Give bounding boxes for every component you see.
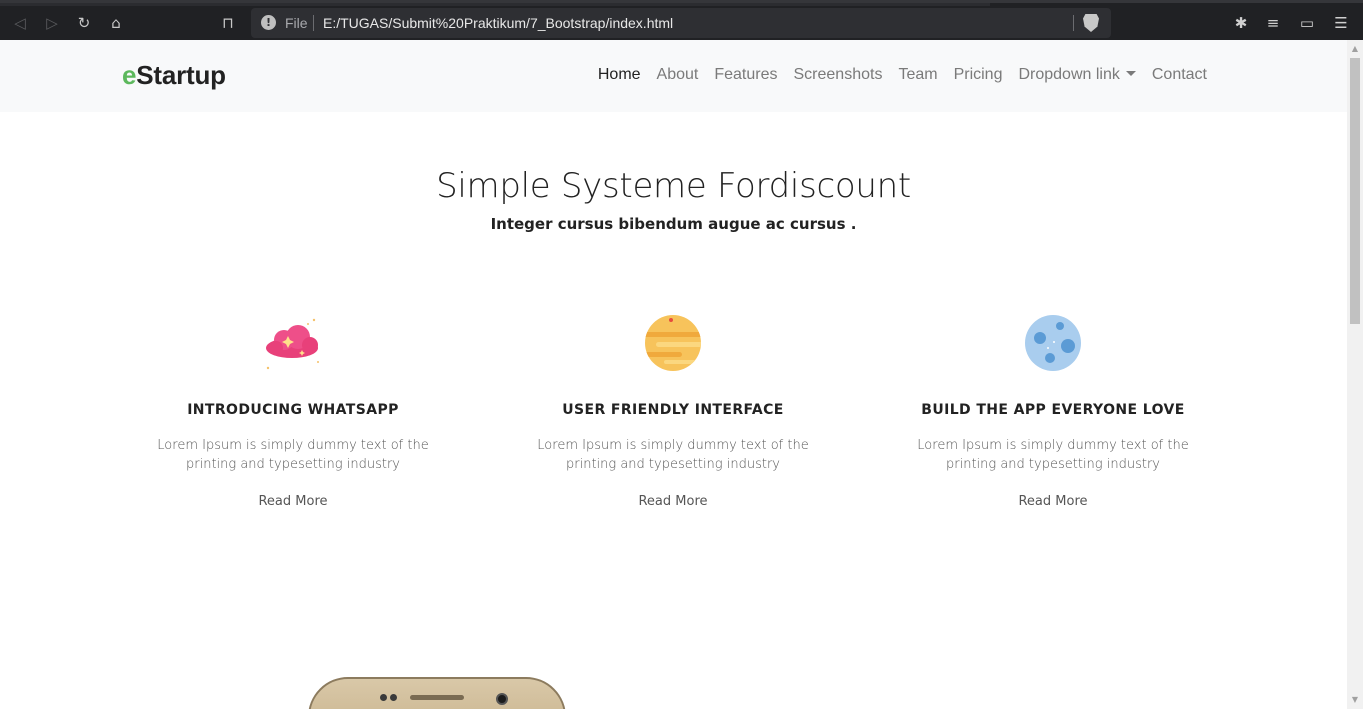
nav-link-home[interactable]: Home <box>590 66 649 84</box>
page-scrollbar[interactable]: ▲ ▼ <box>1347 40 1363 709</box>
feature-title: INTRODUCING WHATSAPP <box>187 402 399 418</box>
nav-dropdown-label: Dropdown link <box>1018 66 1120 83</box>
cloud-icon <box>262 312 324 374</box>
phone-sensor <box>390 694 397 701</box>
feature-description: Lorem Ipsum is simply dummy text of the … <box>157 438 429 472</box>
scrollbar-thumb[interactable] <box>1350 58 1360 324</box>
tab-strip <box>0 3 990 6</box>
info-icon[interactable]: ! <box>261 15 276 30</box>
moon-icon <box>1022 312 1084 374</box>
feature-title: USER FRIENDLY INTERFACE <box>562 402 784 418</box>
read-more-link[interactable]: Read More <box>638 494 707 509</box>
omnibox-divider <box>313 15 314 31</box>
home-icon[interactable]: ⌂ <box>106 13 126 33</box>
feature-card: BUILD THE APP EVERYONE LOVE Lorem Ipsum … <box>863 312 1243 510</box>
scroll-up-icon[interactable]: ▲ <box>1350 44 1360 54</box>
planet-icon <box>642 312 704 374</box>
wallet-icon[interactable]: ▭ <box>1297 13 1317 33</box>
reload-icon[interactable]: ↻ <box>74 13 94 33</box>
omnibox-divider <box>1073 15 1074 31</box>
brave-shield-icon[interactable] <box>1083 14 1099 32</box>
feature-description: Lorem Ipsum is simply dummy text of the … <box>917 438 1189 472</box>
scroll-down-icon[interactable]: ▼ <box>1350 695 1360 705</box>
nav-menu: Home About Features Screenshots Team Pri… <box>590 66 1215 84</box>
nav-link-about[interactable]: About <box>649 66 707 84</box>
site-navbar: eStartup Home About Features Screenshots… <box>0 40 1347 112</box>
menu-icon[interactable]: ☰ <box>1331 13 1351 33</box>
phone-sensor <box>380 694 387 701</box>
phone-image <box>308 677 566 709</box>
read-more-link[interactable]: Read More <box>258 494 327 509</box>
brand-logo[interactable]: eStartup <box>122 60 226 91</box>
nav-link-team[interactable]: Team <box>890 66 945 84</box>
read-more-link[interactable]: Read More <box>1018 494 1087 509</box>
extensions-icon[interactable]: ✱ <box>1231 13 1251 33</box>
brand-accent-letter: e <box>122 60 137 90</box>
bookmark-icon[interactable]: ⊓ <box>218 13 238 33</box>
hero-title: Simple Systeme Fordiscount <box>436 166 911 206</box>
nav-dropdown-toggle[interactable]: Dropdown link <box>1010 66 1143 84</box>
phone-camera <box>496 693 508 705</box>
phone-speaker <box>410 695 464 700</box>
nav-link-contact[interactable]: Contact <box>1144 66 1215 84</box>
file-scheme-label: File <box>285 15 308 31</box>
nav-link-features[interactable]: Features <box>706 66 785 84</box>
address-bar[interactable]: ! File E:/TUGAS/Submit%20Praktikum/7_Boo… <box>251 8 1111 38</box>
feature-card: USER FRIENDLY INTERFACE Lorem Ipsum is s… <box>483 312 863 510</box>
caret-down-icon <box>1125 71 1136 76</box>
hero-subtitle: Integer cursus bibendum augue ac cursus … <box>490 215 857 233</box>
feature-title: BUILD THE APP EVERYONE LOVE <box>921 402 1185 418</box>
nav-link-pricing[interactable]: Pricing <box>946 66 1011 84</box>
url-text[interactable]: E:/TUGAS/Submit%20Praktikum/7_Bootstrap/… <box>323 15 673 31</box>
playlist-icon[interactable]: ≡ <box>1263 13 1283 33</box>
forward-icon[interactable]: ▷ <box>42 13 62 33</box>
feature-description: Lorem Ipsum is simply dummy text of the … <box>537 438 809 472</box>
back-icon[interactable]: ◁ <box>10 13 30 33</box>
feature-card: INTRODUCING WHATSAPP Lorem Ipsum is simp… <box>103 312 483 510</box>
browser-toolbar: ◁ ▷ ↻ ⌂ ⊓ ! File E:/TUGAS/Submit%20Prakt… <box>0 0 1363 40</box>
brand-name: Startup <box>136 60 226 90</box>
nav-link-screenshots[interactable]: Screenshots <box>786 66 891 84</box>
